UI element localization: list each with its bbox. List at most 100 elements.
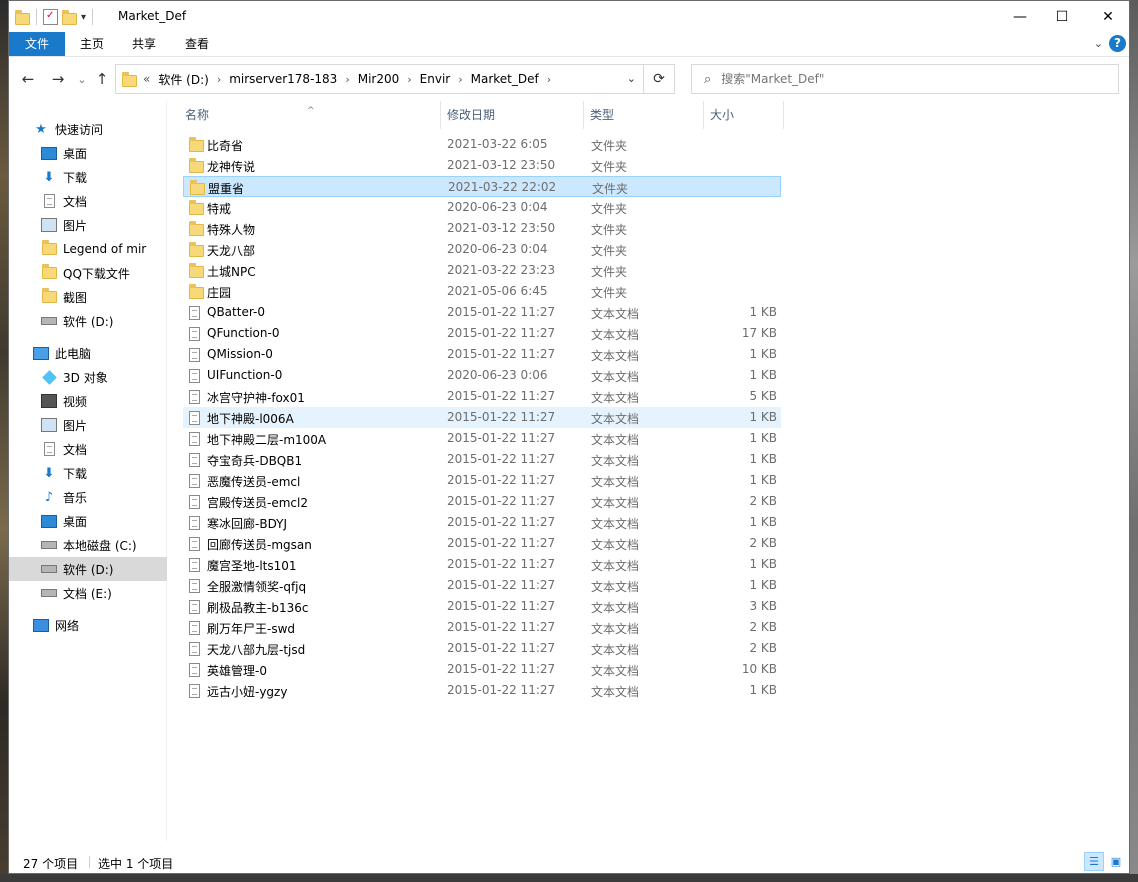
file-type: 文件夹 (591, 223, 628, 237)
network-icon (33, 617, 49, 633)
text-file-icon (189, 516, 200, 533)
sidebar-item-network[interactable]: 网络 (9, 613, 188, 637)
column-header-name[interactable]: 名称 ^ (167, 101, 441, 129)
3d-objects-icon (41, 369, 57, 385)
file-row[interactable]: 远古小妞-ygzy 2015-01-22 11:27 文本文档 1 KB (183, 680, 781, 701)
maximize-button[interactable]: ☐ (1039, 1, 1085, 32)
modified-date: 2015-01-22 11:27 (447, 347, 556, 361)
folder-row[interactable]: 特殊人物 2021-03-12 23:50 文件夹 (183, 218, 781, 239)
chevron-right-icon[interactable]: › (407, 73, 411, 86)
file-size: 1 KB (749, 305, 777, 319)
pictures-icon (41, 217, 57, 233)
details-view-button[interactable]: ☰ (1084, 852, 1104, 871)
file-row[interactable]: 魔宫圣地-lts101 2015-01-22 11:27 文本文档 1 KB (183, 554, 781, 575)
sidebar-item-label: 图片 (63, 218, 88, 233)
file-type: 文本文档 (591, 391, 640, 405)
breadcrumb-item[interactable]: 软件 (D:) (158, 71, 208, 88)
refresh-button[interactable]: ⟳ (643, 65, 674, 93)
address-dropdown-icon[interactable]: ⌄ (627, 72, 636, 85)
tab-view[interactable]: 查看 (172, 32, 222, 56)
file-type: 文本文档 (591, 433, 640, 447)
file-row[interactable]: 英雄管理-0 2015-01-22 11:27 文本文档 10 KB (183, 659, 781, 680)
folder-row[interactable]: 盟重省 2021-03-22 22:02 文件夹 (183, 176, 781, 197)
column-header-type[interactable]: 类型 (584, 101, 704, 129)
sort-ascending-icon: ^ (307, 106, 315, 116)
up-button[interactable]: ↑ (91, 69, 113, 89)
file-row[interactable]: 刷极品教主-b136c 2015-01-22 11:27 文本文档 3 KB (183, 596, 781, 617)
breadcrumb-item[interactable]: Market_Def (471, 72, 539, 86)
close-button[interactable]: ✕ (1085, 1, 1131, 32)
folder-row[interactable]: 比奇省 2021-03-22 6:05 文件夹 (183, 134, 781, 155)
large-icons-view-button[interactable]: ▣ (1106, 852, 1126, 871)
column-header-date[interactable]: 修改日期 (441, 101, 584, 129)
column-header-size[interactable]: 大小 (704, 101, 784, 129)
forward-button[interactable]: → (47, 69, 69, 89)
file-row[interactable]: 寒冰回廊-BDYJ 2015-01-22 11:27 文本文档 1 KB (183, 512, 781, 533)
file-row[interactable]: 冰宫守护神-fox01 2015-01-22 11:27 文本文档 5 KB (183, 386, 781, 407)
folder-row[interactable]: 庄园 2021-05-06 6:45 文件夹 (183, 281, 781, 302)
folder-icon (189, 263, 204, 281)
folder-icon (189, 284, 204, 302)
file-row[interactable]: 夺宝奇兵-DBQB1 2015-01-22 11:27 文本文档 1 KB (183, 449, 781, 470)
file-name: 比奇省 (207, 139, 244, 153)
tab-share[interactable]: 共享 (119, 32, 169, 56)
file-row[interactable]: QBatter-0 2015-01-22 11:27 文本文档 1 KB (183, 302, 781, 323)
customize-qat-icon[interactable]: ▾ (81, 12, 86, 23)
help-button[interactable]: ? (1109, 35, 1126, 52)
file-row[interactable]: 全服激情领奖-qfjq 2015-01-22 11:27 文本文档 1 KB (183, 575, 781, 596)
chevron-right-icon[interactable]: › (547, 73, 551, 86)
folder-row[interactable]: 特戒 2020-06-23 0:04 文件夹 (183, 197, 781, 218)
folder-row[interactable]: 土城NPC 2021-03-22 23:23 文件夹 (183, 260, 781, 281)
chevron-right-icon[interactable]: › (217, 73, 221, 86)
new-folder-icon[interactable] (62, 10, 77, 25)
desktop-icon (41, 513, 57, 529)
file-size: 2 KB (749, 494, 777, 508)
breadcrumb-item[interactable]: mirserver178-183 (229, 72, 337, 86)
drive-icon (41, 585, 57, 601)
file-row[interactable]: 地下神殿二层-m100A 2015-01-22 11:27 文本文档 1 KB (183, 428, 781, 449)
breadcrumb-item[interactable]: Mir200 (358, 72, 400, 86)
file-size: 1 KB (749, 368, 777, 382)
tab-home[interactable]: 主页 (67, 32, 117, 56)
sidebar-item-this-pc[interactable]: 此电脑 (9, 341, 188, 365)
breadcrumb-item[interactable]: Envir (420, 72, 451, 86)
sidebar-item-quick-access[interactable]: ★ 快速访问 (9, 117, 188, 141)
chevron-right-icon[interactable]: › (458, 73, 462, 86)
folder-row[interactable]: 龙神传说 2021-03-12 23:50 文件夹 (183, 155, 781, 176)
expand-ribbon-icon[interactable]: ⌄ (1094, 37, 1103, 50)
modified-date: 2015-01-22 11:27 (447, 557, 556, 571)
file-name: 魔宫圣地-lts101 (207, 559, 297, 573)
file-row[interactable]: 恶魔传送员-emcl 2015-01-22 11:27 文本文档 1 KB (183, 470, 781, 491)
back-button[interactable]: ← (17, 69, 39, 89)
properties-icon[interactable]: ✓ (43, 9, 58, 25)
breadcrumb-overflow[interactable]: « (143, 72, 150, 86)
minimize-button[interactable]: — (997, 1, 1043, 32)
address-bar[interactable]: « 软件 (D:) › mirserver178-183 › Mir200 › … (115, 64, 675, 94)
file-type: 文件夹 (591, 265, 628, 279)
file-name: 地下神殿二层-m100A (207, 433, 327, 447)
folder-row[interactable]: 天龙八部 2020-06-23 0:04 文件夹 (183, 239, 781, 260)
file-name: 刷极品教主-b136c (207, 601, 309, 615)
file-type: 文本文档 (591, 412, 640, 426)
file-row[interactable]: 刷万年尸王-swd 2015-01-22 11:27 文本文档 2 KB (183, 617, 781, 638)
file-row[interactable]: 宫殿传送员-emcl2 2015-01-22 11:27 文本文档 2 KB (183, 491, 781, 512)
file-row[interactable]: 回廊传送员-mgsan 2015-01-22 11:27 文本文档 2 KB (183, 533, 781, 554)
search-input[interactable] (719, 71, 1084, 87)
chevron-right-icon[interactable]: › (345, 73, 349, 86)
file-row[interactable]: 天龙八部九层-tjsd 2015-01-22 11:27 文本文档 2 KB (183, 638, 781, 659)
desktop-icon (41, 145, 57, 161)
folder-icon (189, 242, 204, 260)
file-row[interactable]: QFunction-0 2015-01-22 11:27 文本文档 17 KB (183, 323, 781, 344)
file-row[interactable]: 地下神殿-l006A 2015-01-22 11:27 文本文档 1 KB (183, 407, 781, 428)
file-size: 1 KB (749, 452, 777, 466)
text-file-icon (189, 621, 200, 638)
file-row[interactable]: QMission-0 2015-01-22 11:27 文本文档 1 KB (183, 344, 781, 365)
file-type: 文本文档 (591, 475, 640, 489)
recent-locations-button[interactable]: ⌄ (71, 69, 93, 89)
tab-file[interactable]: 文件 (9, 32, 65, 56)
file-row[interactable]: UIFunction-0 2020-06-23 0:06 文本文档 1 KB (183, 365, 781, 386)
search-box[interactable]: ⌕ (691, 64, 1119, 94)
text-file-icon (189, 390, 200, 407)
file-name: 庄园 (207, 286, 232, 300)
sidebar-item-label: 网络 (55, 618, 80, 633)
